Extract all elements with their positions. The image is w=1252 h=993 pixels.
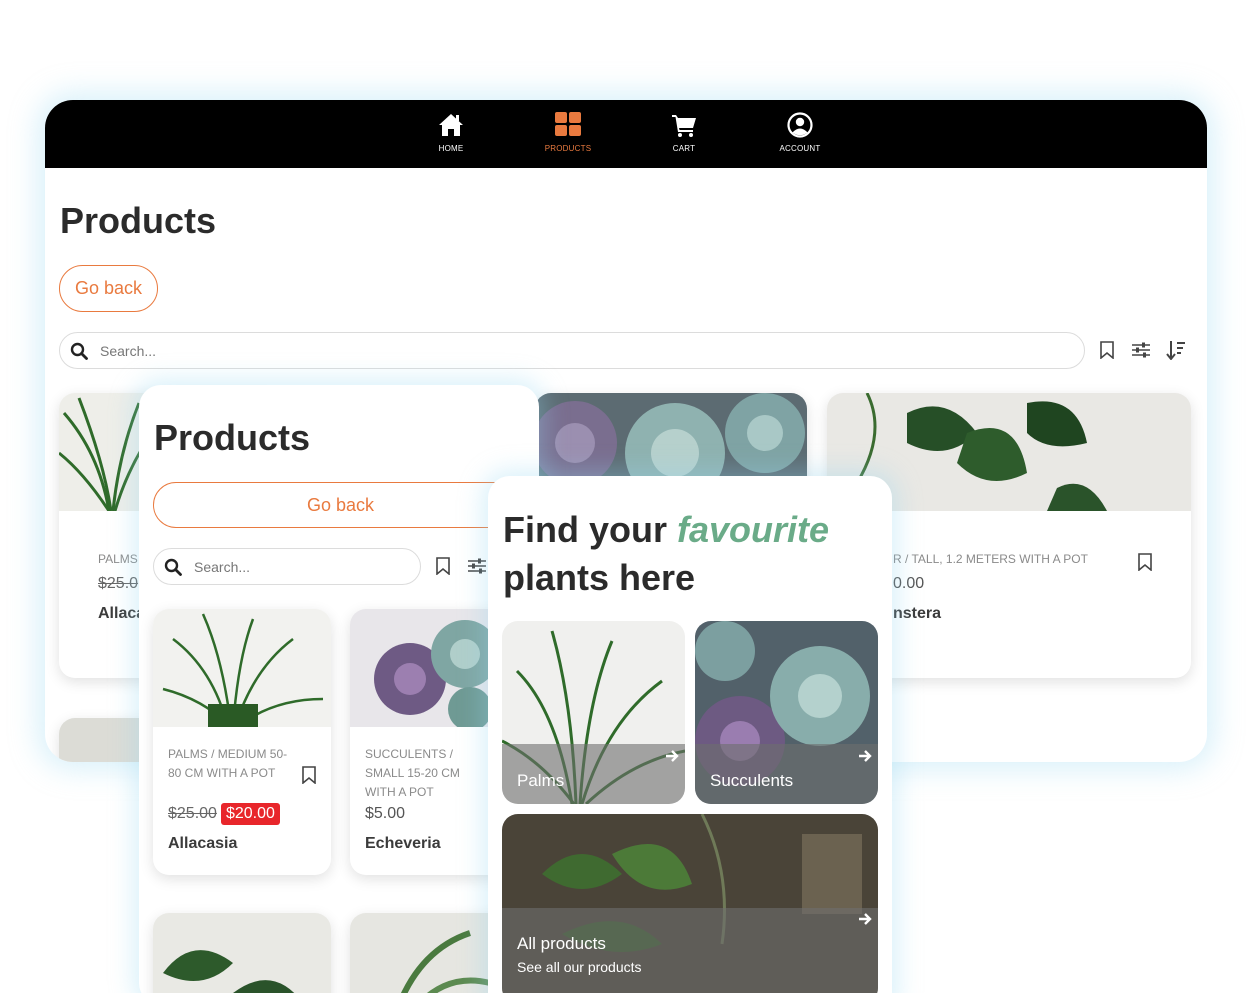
- product-category: SUCCULENTS / SMALL 15-20 CM WITH A POT: [365, 747, 460, 799]
- product-sale-price: $20.00: [220, 803, 280, 825]
- page-title: Products: [154, 417, 311, 458]
- product-category: PALMS / MEDIUM 50-80 CM WITH A POT: [168, 747, 288, 780]
- arrow-right-icon: [859, 750, 872, 762]
- hero-text-start: Find your: [503, 509, 677, 550]
- bookmark-filter-icon[interactable]: [435, 557, 451, 575]
- search-bar[interactable]: [153, 548, 421, 585]
- top-navigation: HOME PRODUCTS CART ACCOUNT: [45, 100, 1207, 168]
- product-name[interactable]: nstera: [893, 605, 941, 623]
- nav-cart[interactable]: CART: [639, 112, 729, 153]
- product-old-price: $25.00: [168, 805, 217, 822]
- go-back-button[interactable]: Go back: [153, 482, 528, 528]
- product-category: PALMS: [98, 552, 138, 566]
- product-price: 0.00: [893, 575, 925, 592]
- page-title: Products: [60, 200, 217, 241]
- price-row: $25.00 $20.00: [168, 803, 280, 825]
- tile-label: Palms: [517, 771, 565, 790]
- nav-home[interactable]: HOME: [406, 112, 496, 153]
- bookmark-filter-icon[interactable]: [1099, 341, 1115, 359]
- arrow-right-icon: [666, 750, 679, 762]
- category-tile-all-products[interactable]: All products See all our products: [502, 814, 878, 993]
- nav-products-label: PRODUCTS: [544, 144, 592, 153]
- search-icon: [164, 558, 182, 576]
- home-icon: [439, 114, 463, 136]
- search-bar[interactable]: [59, 332, 1085, 369]
- product-card[interactable]: PALMS / MEDIUM 50-80 CM WITH A POT $25.0…: [153, 609, 331, 875]
- tile-label: Succulents: [710, 771, 794, 790]
- sort-icon[interactable]: [1166, 340, 1186, 360]
- filter-sliders-icon[interactable]: [468, 558, 486, 574]
- hero-highlight: favourite: [677, 509, 830, 550]
- filter-sliders-icon[interactable]: [1132, 342, 1150, 358]
- nav-account[interactable]: ACCOUNT: [755, 112, 845, 153]
- tile-sublabel: See all our products: [517, 959, 642, 975]
- nav-home-label: HOME: [438, 144, 464, 153]
- account-icon: [787, 112, 813, 138]
- arrow-right-icon: [859, 913, 872, 925]
- product-image: [153, 913, 331, 993]
- tile-label: All products: [517, 934, 606, 953]
- search-icon: [70, 342, 88, 360]
- category-tile-palms[interactable]: Palms: [502, 621, 685, 804]
- nav-products[interactable]: PRODUCTS: [523, 112, 613, 153]
- tablet-frame: Products Go back PALMS / MEDIUM 50-80: [139, 385, 539, 993]
- product-name[interactable]: Echeveria: [365, 835, 441, 853]
- go-back-button[interactable]: Go back: [59, 265, 158, 312]
- phone-frame: Find your favourite plants here Palms Su…: [488, 476, 892, 993]
- grid-icon: [555, 112, 581, 136]
- product-price: $5.00: [365, 805, 406, 822]
- cart-icon: [672, 115, 696, 137]
- bookmark-icon[interactable]: [301, 766, 317, 784]
- search-input[interactable]: [194, 558, 420, 575]
- product-image: [153, 609, 331, 727]
- search-input[interactable]: [100, 342, 1084, 359]
- nav-account-label: ACCOUNT: [779, 144, 821, 153]
- product-card[interactable]: [153, 913, 331, 993]
- category-tile-succulents[interactable]: Succulents: [695, 621, 878, 804]
- hero-text-end: plants here: [503, 557, 696, 598]
- hero-heading: Find your favourite plants here: [503, 506, 829, 602]
- product-old-price: $25.0: [98, 575, 139, 592]
- product-name[interactable]: Allacasia: [168, 835, 237, 853]
- product-category: R / TALL, 1.2 METERS WITH A POT: [893, 552, 1088, 566]
- nav-cart-label: CART: [672, 144, 696, 153]
- bookmark-icon[interactable]: [1137, 553, 1153, 571]
